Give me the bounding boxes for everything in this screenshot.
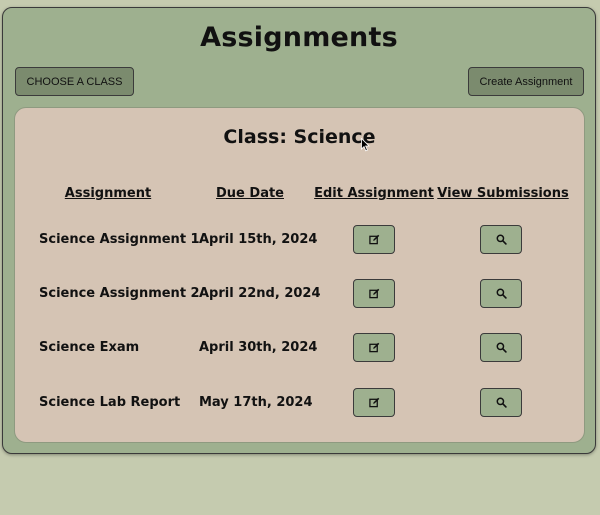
due-date: April 30th, 2024 [199,340,318,355]
assignments-app: Assignments CHOOSE A CLASS Create Assign… [2,7,596,454]
assignment-name: Science Assignment 1 [39,232,200,247]
edit-assignment-button[interactable] [353,333,395,362]
assignment-name: Science Exam [39,340,140,355]
create-assignment-button[interactable]: Create Assignment [468,67,584,96]
edit-icon [368,397,379,408]
search-icon [496,397,507,408]
table-row: Science Assignment 1 April 15th, 2024 [15,225,584,255]
view-submissions-button[interactable] [480,225,522,254]
search-icon [496,342,507,353]
assignment-name: Science Assignment 2 [39,286,200,301]
column-header-view-submissions: View Submissions [437,186,569,201]
class-panel: Class: Science Assignment Due Date Edit … [14,107,585,443]
edit-assignment-button[interactable] [353,279,395,308]
table-row: Science Exam April 30th, 2024 [15,333,584,363]
edit-assignment-button[interactable] [353,388,395,417]
view-submissions-button[interactable] [480,279,522,308]
search-icon [496,234,507,245]
due-date: April 15th, 2024 [199,232,318,247]
edit-icon [368,342,379,353]
view-submissions-button[interactable] [480,388,522,417]
column-header-edit-assignment: Edit Assignment [314,186,434,201]
assignment-name: Science Lab Report [39,395,181,410]
mouse-cursor-icon [361,138,370,152]
search-icon [496,288,507,299]
due-date: April 22nd, 2024 [199,286,321,301]
page-title: Assignments [200,22,398,53]
table-row: Science Lab Report May 17th, 2024 [15,388,584,418]
column-header-assignment: Assignment [64,186,152,201]
view-submissions-button[interactable] [480,333,522,362]
edit-assignment-button[interactable] [353,225,395,254]
edit-icon [368,234,379,245]
choose-class-button[interactable]: CHOOSE A CLASS [15,67,134,96]
table-row: Science Assignment 2 April 22nd, 2024 [15,279,584,309]
class-title: Class: Science [223,126,376,148]
edit-icon [368,288,379,299]
due-date: May 17th, 2024 [199,395,313,410]
column-header-due-date: Due Date [216,186,284,201]
